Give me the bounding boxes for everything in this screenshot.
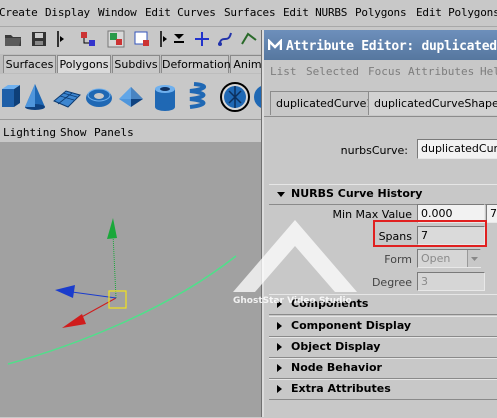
expand-arrow-icon[interactable] [277, 364, 282, 372]
panel-menu-show[interactable]: Show [60, 126, 87, 139]
section-title: Components [291, 297, 369, 310]
shelf-tab-surfaces[interactable]: Surfaces [3, 55, 56, 73]
ae-menu-focus[interactable]: Focus [368, 65, 401, 78]
x-axis-arrow-icon[interactable] [62, 314, 86, 328]
ae-menu-selected[interactable]: Selected [306, 65, 359, 78]
select-surfaces-icon[interactable] [240, 30, 258, 48]
menu-create[interactable]: Create [0, 6, 38, 19]
expand-arrow-icon[interactable] [277, 343, 282, 351]
tab-duplicated-curve-shape[interactable]: duplicatedCurveShape10 [368, 91, 497, 115]
shelf-tab-anim[interactable]: Anim [230, 55, 265, 73]
expand-arrow-icon[interactable] [277, 300, 282, 308]
menu-polygons[interactable]: Polygons [355, 6, 407, 19]
shelf-tabs: Surfaces Polygons Subdivs Deformation An… [0, 54, 265, 74]
menu-display[interactable]: Display [45, 6, 90, 19]
separator-handle-icon[interactable] [55, 30, 65, 48]
attribute-editor-titlebar[interactable]: Attribute Editor: duplicated [264, 30, 497, 60]
degree-label: Degree [371, 276, 412, 289]
section-node-behavior[interactable]: Node Behavior [269, 358, 497, 379]
menu-window[interactable]: Window [98, 6, 137, 19]
poly-cone-icon[interactable] [20, 81, 50, 113]
save-icon[interactable] [30, 30, 48, 48]
ae-menu-list[interactable]: List [270, 65, 297, 78]
section-title: Object Display [291, 340, 381, 353]
poly-pipe-icon[interactable] [150, 81, 180, 113]
section-title: Component Display [291, 319, 412, 332]
ae-menu-help[interactable]: Hel [480, 65, 497, 78]
section-title: Node Behavior [291, 361, 382, 374]
section-extra-attributes[interactable]: Extra Attributes [269, 379, 497, 400]
main-menubar: Create Display Window Edit Curves Surfac… [0, 0, 497, 27]
pivot-handle[interactable] [108, 290, 127, 309]
poly-helix-icon[interactable] [184, 81, 214, 113]
separator-handle-icon-2[interactable] [158, 30, 168, 48]
section-component-display[interactable]: Component Display [269, 316, 497, 337]
menu-edit-curves[interactable]: Edit Curves [145, 6, 216, 19]
nurbs-curve-label: nurbsCurve: [340, 144, 408, 157]
perspective-viewport[interactable] [0, 142, 265, 417]
section-title: Extra Attributes [291, 382, 391, 395]
poly-pyramid-icon[interactable] [116, 81, 146, 113]
attribute-editor-body: nurbsCurve: duplicatedCurve NURBS Curve … [264, 116, 497, 418]
menu-edit-nurbs[interactable]: Edit NURBS [283, 6, 347, 19]
nurbs-curve-name-field[interactable]: duplicatedCurve [417, 139, 497, 159]
expand-arrow-icon[interactable] [277, 322, 282, 330]
poly-torus-icon[interactable] [84, 81, 114, 113]
degree-field[interactable]: 3 [417, 272, 485, 291]
select-component-icon[interactable] [133, 30, 151, 48]
status-line [0, 27, 265, 51]
select-hierarchy-icon[interactable] [79, 30, 97, 48]
form-label: Form [384, 253, 412, 266]
panel-menu-panels[interactable]: Panels [94, 126, 134, 139]
panel-menu-lighting[interactable]: Lighting [3, 126, 56, 139]
expand-arrow-icon[interactable] [277, 385, 282, 393]
attribute-editor-window: Attribute Editor: duplicated List Select… [262, 30, 497, 418]
section-nurbs-curve-history[interactable]: NURBS Curve History [269, 184, 497, 205]
select-handles-icon[interactable] [193, 30, 211, 48]
spans-highlight-box [373, 220, 487, 247]
menu-surfaces[interactable]: Surfaces [224, 6, 276, 19]
shelf-tab-subdivs[interactable]: Subdivs [112, 55, 160, 73]
ae-menu-attributes[interactable]: Attributes [408, 65, 474, 78]
attribute-editor-title: Attribute Editor: duplicated [286, 39, 497, 54]
z-axis-arrow-icon[interactable] [55, 285, 75, 298]
max-value-field[interactable]: 7. [486, 204, 497, 223]
collapse-arrow-icon[interactable] [277, 192, 285, 197]
section-components[interactable]: Components [269, 294, 497, 315]
attribute-editor-menubar: List Selected Focus Attributes Hel [264, 61, 497, 81]
shelf-tab-polygons[interactable]: Polygons [57, 55, 111, 73]
menu-edit-polygons[interactable]: Edit Polygons [416, 6, 497, 19]
select-curves-icon[interactable] [216, 30, 234, 48]
section-title: NURBS Curve History [291, 187, 423, 200]
poly-plane-icon[interactable] [52, 81, 82, 113]
open-folder-icon[interactable] [4, 30, 22, 48]
shelf-tab-deformation[interactable]: Deformation [161, 55, 231, 73]
y-axis-line [112, 233, 117, 299]
nurbs-curve[interactable] [7, 255, 237, 365]
poly-soccer-ball-icon[interactable] [218, 81, 252, 113]
polygons-shelf [0, 75, 266, 120]
maya-logo-icon [268, 39, 282, 50]
y-axis-arrow-icon[interactable] [107, 218, 117, 239]
mask-menu-icon[interactable] [170, 30, 188, 48]
select-object-icon[interactable] [107, 30, 125, 48]
section-object-display[interactable]: Object Display [269, 337, 497, 358]
panel-menu: Lighting Show Panels [0, 125, 265, 141]
form-dropdown-arrow-icon[interactable] [467, 250, 481, 267]
